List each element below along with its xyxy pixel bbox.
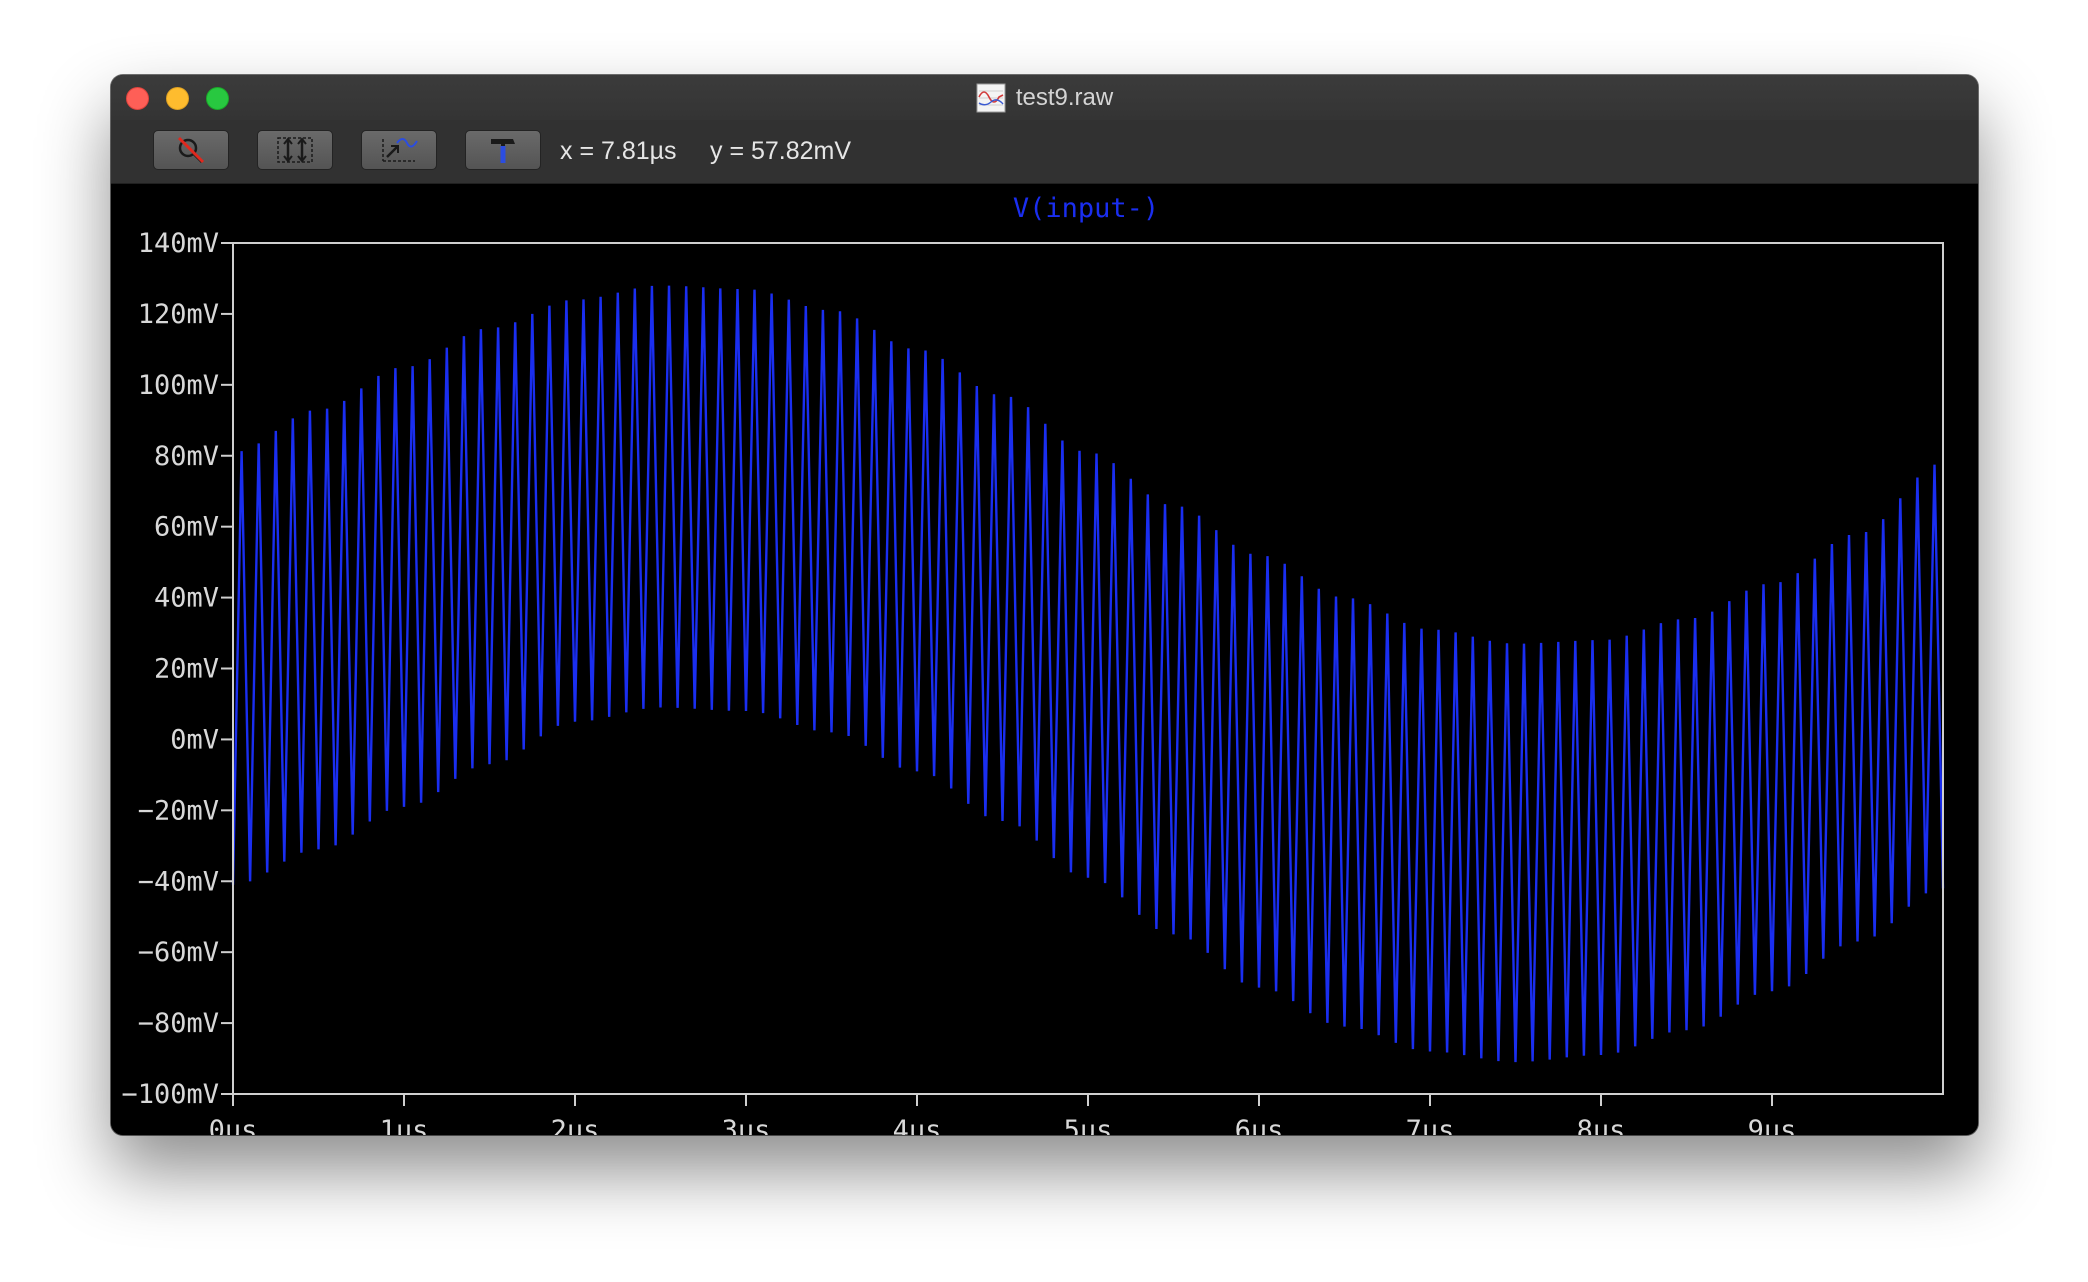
fit-both-icon [382, 138, 418, 162]
trace-v-input-minus[interactable] [231, 285, 1945, 1063]
fit-vertical-icon [277, 137, 313, 163]
cursor-x-readout: x = 7.81µs [560, 137, 677, 165]
plot-pane[interactable]: V(input-) 140mV 120mV 100mV 80mV 60mV 40mV 20m… [111, 184, 1978, 1135]
y-tick-label: −20mV [138, 795, 219, 826]
y-tick-label: −60mV [138, 937, 219, 968]
y-tick-label: −100mV [121, 1079, 219, 1110]
fit-both-button[interactable] [361, 130, 437, 170]
y-tick-label: 0mV [170, 724, 219, 755]
y-tick-label: 80mV [154, 441, 219, 472]
title-bar[interactable]: test9.raw [111, 75, 1978, 121]
cursor-y-readout: y = 57.82mV [710, 137, 852, 165]
y-tick-label: 60mV [154, 512, 219, 543]
x-tick-label: 6µs [1235, 1115, 1284, 1135]
y-tick-label: −40mV [138, 866, 219, 897]
x-tick-label: 9µs [1748, 1115, 1797, 1135]
x-tick-label: 0µs [209, 1115, 258, 1135]
autorange-off-button[interactable] [153, 130, 229, 170]
x-tick-label: 7µs [1406, 1115, 1455, 1135]
waveform-plot[interactable]: V(input-) 140mV 120mV 100mV 80mV 60mV 40mV 20m… [111, 184, 1978, 1135]
trace-layer [231, 285, 1945, 1063]
y-tick-label: 120mV [138, 299, 219, 330]
y-tick-label: −80mV [138, 1008, 219, 1039]
x-tick-label: 5µs [1064, 1115, 1113, 1135]
y-tick-label: 40mV [154, 583, 219, 614]
x-tick-label: 2µs [551, 1115, 600, 1135]
plot-frame [232, 242, 1944, 1095]
x-tick-label: 3µs [722, 1115, 771, 1135]
x-tick-label: 4µs [893, 1115, 942, 1135]
hammer-button[interactable] [465, 130, 541, 170]
window-title-group: test9.raw [111, 75, 1978, 120]
y-axis[interactable]: 140mV 120mV 100mV 80mV 60mV 40mV 20mV 0mV −20mV −… [121, 228, 233, 1110]
y-tick-label: 100mV [138, 370, 219, 401]
hammer-icon [491, 139, 515, 163]
window-title: test9.raw [1015, 83, 1114, 111]
y-tick-label: 140mV [138, 228, 219, 259]
x-axis[interactable]: 0µs 1µs 2µs 3µs 4µs 5µs 6µs 7µs 8µs 9µs [209, 1094, 1797, 1135]
autorange-off-icon [177, 136, 205, 164]
x-tick-label: 8µs [1577, 1115, 1626, 1135]
x-tick-label: 1µs [380, 1115, 429, 1135]
toolbar: x = 7.81µs y = 57.82mV [111, 120, 1978, 184]
plot-window: test9.raw x = 7.81µs y = 57.82mV V(input… [111, 75, 1978, 1135]
y-tick-label: 20mV [154, 654, 219, 685]
waveform-document-icon [976, 83, 1006, 112]
trace-label[interactable]: V(input-) [1013, 193, 1159, 224]
fit-vertical-button[interactable] [257, 130, 333, 170]
